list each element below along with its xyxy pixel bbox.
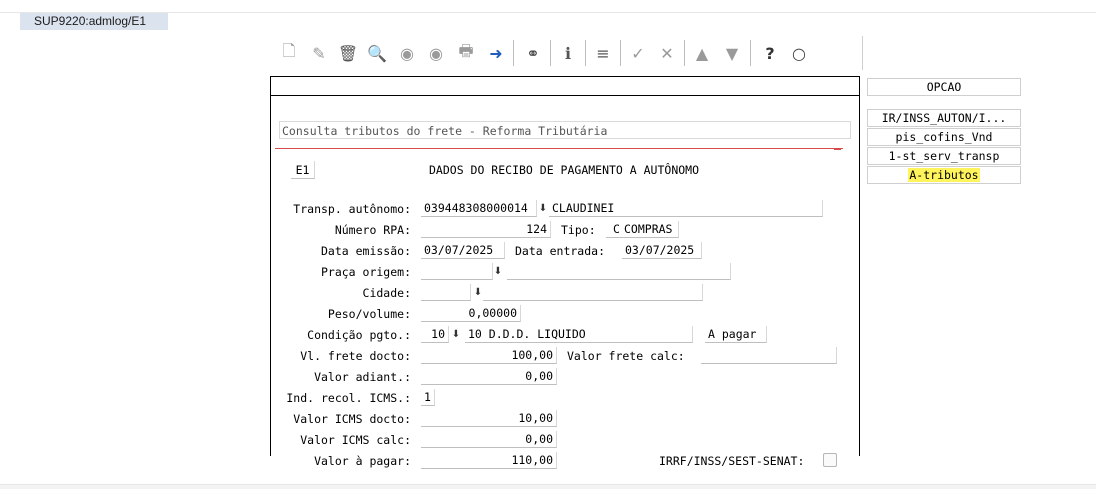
vl-frete-calc-field[interactable] xyxy=(701,347,837,364)
toolbar-separator xyxy=(620,40,621,66)
praca-field[interactable] xyxy=(421,263,493,280)
cidade-desc-field xyxy=(483,284,703,301)
main-frame: Consulta tributos do frete - Reforma Tri… xyxy=(270,76,860,469)
option-pis-cofins[interactable]: pis_cofins_Vnd xyxy=(867,128,1021,146)
tipo-desc-field: COMPRAS xyxy=(621,221,679,238)
cond-desc-field: 10 D.D.D. LIQUIDO xyxy=(465,326,693,343)
cidade-label: Cidade: xyxy=(362,286,411,300)
top-bar xyxy=(0,0,1096,13)
icms-calc-field[interactable]: 0,00 xyxy=(421,431,557,448)
trash-icon[interactable]: 🗑 xyxy=(337,42,359,64)
window-title-tab[interactable]: SUP9220:admlog/E1 xyxy=(20,13,168,30)
pagar-field[interactable]: 110,00 xyxy=(421,452,557,469)
option-a-tributos-label: A-tributos xyxy=(908,168,980,182)
toolbar-separator xyxy=(750,40,751,66)
ind-icms-label: Ind. recol. ICMS.: xyxy=(286,391,411,405)
frame-header xyxy=(271,77,859,96)
info-icon[interactable]: ℹ xyxy=(557,42,579,64)
bottom-bar xyxy=(0,485,1096,489)
option-ir-inss[interactable]: IR/INSS_AUTON/I... xyxy=(867,109,1021,127)
title-underline xyxy=(275,148,843,149)
down-icon[interactable]: ▼ xyxy=(721,42,743,64)
irrf-checkbox[interactable] xyxy=(823,453,837,467)
cidade-field[interactable] xyxy=(421,284,471,301)
rpa-label: Número RPA: xyxy=(334,223,411,237)
tipo-label: Tipo: xyxy=(561,223,596,237)
rpa-field[interactable]: 124 xyxy=(421,221,551,238)
vl-frete-field[interactable]: 100,00 xyxy=(421,347,557,364)
peso-field[interactable]: 0,00000 xyxy=(421,305,521,322)
transp-name-field[interactable]: CLAUDINEI xyxy=(549,200,823,217)
emissao-label: Data emissão: xyxy=(320,244,411,258)
vl-frete-calc-label: Valor frete calc: xyxy=(567,349,685,363)
option-a-tributos[interactable]: A-tributos xyxy=(867,166,1021,184)
adiant-label: Valor adiant.: xyxy=(314,370,411,384)
icms-calc-label: Valor ICMS calc: xyxy=(300,433,411,447)
prev-icon[interactable]: ◉ xyxy=(396,42,418,64)
toolbar-separator xyxy=(585,40,586,66)
adiant-field[interactable]: 0,00 xyxy=(421,368,557,385)
entrada-label: Data entrada: xyxy=(515,244,606,258)
cond-status-field: A pagar xyxy=(705,326,767,343)
praca-label: Praça origem: xyxy=(320,265,411,279)
icms-docto-field[interactable]: 10,00 xyxy=(421,410,557,427)
toolbar: 🗋 ✎ 🗑 🔍 ◉ ◉ 🖶 ➜ ⚭ ℹ ≡ ✓ ✕ ▲ ▼ ? ○ xyxy=(270,36,863,70)
export-icon[interactable]: ➜ xyxy=(485,42,507,64)
cond-code-field[interactable]: 10 xyxy=(421,326,449,343)
icms-docto-label: Valor ICMS docto: xyxy=(293,412,411,426)
title-underline-mark xyxy=(834,149,841,150)
up-icon[interactable]: ▲ xyxy=(691,42,713,64)
cond-label: Condição pgto.: xyxy=(307,328,411,342)
next-icon[interactable]: ◉ xyxy=(425,42,447,64)
ind-icms-field[interactable]: 1 xyxy=(421,389,435,406)
tools-icon[interactable]: ✕ xyxy=(656,42,678,64)
screen-code: E1 xyxy=(291,161,315,179)
entrada-field[interactable]: 03/07/2025 xyxy=(622,242,702,259)
peso-label: Peso/volume: xyxy=(327,307,411,321)
vl-frete-label: Vl. frete docto: xyxy=(300,349,411,363)
option-header-button[interactable]: OPCAO xyxy=(867,78,1021,96)
print-icon[interactable]: 🖶 xyxy=(455,41,477,64)
bar-icon[interactable]: ≡ xyxy=(592,42,614,64)
comment-icon[interactable]: ○ xyxy=(788,42,810,64)
toolbar-separator xyxy=(513,40,514,66)
check-icon[interactable]: ✓ xyxy=(627,42,649,64)
section-heading: DADOS DO RECIBO DE PAGAMENTO A AUTÔNOMO xyxy=(429,163,700,177)
toolbar-separator xyxy=(684,40,685,66)
lookup-icon[interactable]: ⬇ xyxy=(473,288,483,298)
lookup-icon[interactable]: ⬇ xyxy=(493,267,503,277)
pagar-label: Valor à pagar: xyxy=(314,454,411,468)
edit-icon[interactable]: ✎ xyxy=(308,42,330,64)
transp-label: Transp. autônomo: xyxy=(293,202,411,216)
new-icon[interactable]: 🗋 xyxy=(278,41,300,64)
option-st-serv-transp[interactable]: 1-st_serv_transp xyxy=(867,147,1021,165)
toolbar-separator xyxy=(550,40,551,66)
help-icon[interactable]: ? xyxy=(759,42,781,64)
binoculars-icon[interactable]: ⚭ xyxy=(522,42,544,64)
praca-desc-field xyxy=(507,263,731,280)
transp-code-field[interactable]: 039448308000014 xyxy=(421,200,537,217)
search-icon[interactable]: 🔍 xyxy=(366,42,388,64)
lookup-icon[interactable]: ⬇ xyxy=(451,330,461,340)
screen-title: Consulta tributos do frete - Reforma Tri… xyxy=(279,121,851,139)
emissao-field[interactable]: 03/07/2025 xyxy=(421,242,505,259)
irrf-label: IRRF/INSS/SEST-SENAT: xyxy=(659,454,805,468)
lookup-icon[interactable]: ⬇ xyxy=(538,204,548,214)
